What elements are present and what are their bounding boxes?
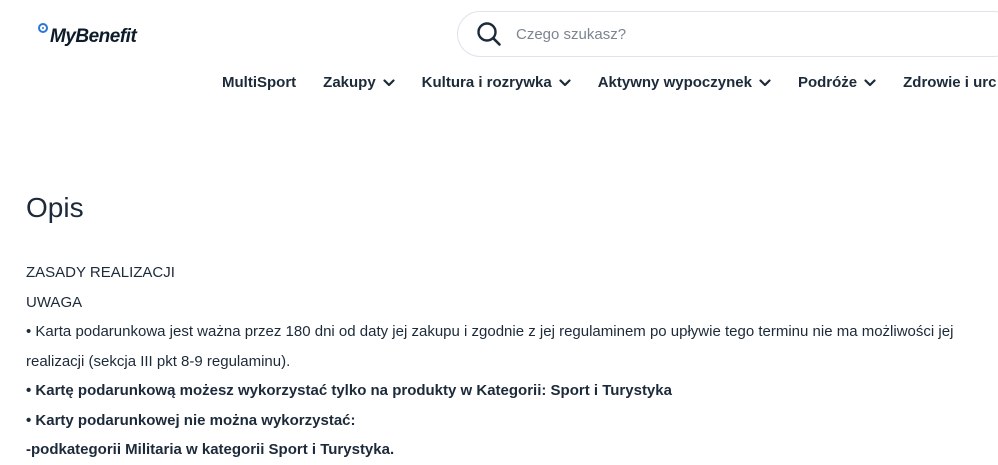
logo-circle-icon <box>38 23 48 33</box>
nav-item-label: Kultura i rozrywka <box>421 74 552 91</box>
chevron-down-icon <box>864 78 876 86</box>
chevron-down-icon <box>559 78 571 86</box>
nav-item-zdrowie[interactable]: Zdrowie i urc <box>903 74 996 91</box>
rules-heading: ZASADY REALIZACJI <box>26 264 175 281</box>
chevron-down-icon <box>383 78 395 86</box>
nav-item-label: Podróże <box>797 74 858 91</box>
description: ZASADY REALIZACJI UWAGA • Karta podarunk… <box>26 258 986 465</box>
restriction-bullet: • Karty podarunkowej nie można wykorzyst… <box>26 411 356 429</box>
page-title: Opis <box>26 192 84 223</box>
validity-bullet: • Karta podarunkowa jest ważna przez 180… <box>26 323 954 370</box>
nav-item-kultura-i-rozrywka[interactable]: Kultura i rozrywka <box>422 74 571 91</box>
mybenefit-logo[interactable]: MyBenefit <box>38 22 137 48</box>
logo-text: MyBenefit <box>50 26 137 47</box>
nav-item-aktywny-wypoczynek[interactable]: Aktywny wypoczynek <box>598 74 771 91</box>
chevron-down-icon <box>759 78 771 86</box>
main-nav: MultiSport Zakupy Kultura i rozrywka Akt… <box>222 74 998 91</box>
nav-item-label: Zdrowie i urc <box>903 74 997 91</box>
exclusion-item: -podkategorii Militaria w kategorii Spor… <box>26 441 395 458</box>
nav-item-podroze[interactable]: Podróże <box>798 74 876 91</box>
category-bullet: • Kartę podarunkową możesz wykorzystać t… <box>26 382 672 399</box>
nav-item-label: Zakupy <box>323 74 376 91</box>
warning-heading: UWAGA <box>26 293 83 311</box>
search-input[interactable] <box>514 24 938 44</box>
search-bar[interactable] <box>457 11 998 57</box>
nav-item-label: MultiSport <box>222 74 297 91</box>
nav-item-multisport[interactable]: MultiSport <box>222 74 296 91</box>
nav-item-label: Aktywny wypoczynek <box>597 74 752 91</box>
page: MyBenefit MultiSport Zakupy Kultura i ro… <box>0 0 998 465</box>
nav-item-zakupy[interactable]: Zakupy <box>323 74 395 91</box>
search-icon[interactable] <box>476 21 502 47</box>
